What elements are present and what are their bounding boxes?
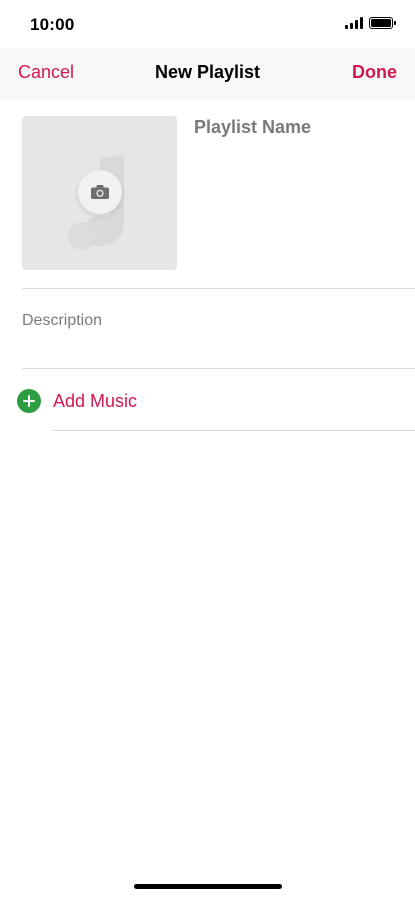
done-button[interactable]: Done (352, 62, 397, 83)
status-time: 10:00 (30, 15, 75, 34)
nav-bar: Cancel New Playlist Done (0, 48, 415, 100)
camera-icon (91, 185, 109, 199)
battery-icon (369, 17, 396, 29)
add-music-label: Add Music (53, 390, 138, 411)
camera-button[interactable] (78, 170, 122, 214)
status-icons (345, 17, 396, 29)
playlist-name-input[interactable]: Playlist Name (194, 117, 311, 138)
status-bar: 10:00 (0, 0, 415, 48)
plus-circle-icon (17, 389, 41, 413)
divider (22, 288, 415, 289)
divider (52, 430, 415, 431)
description-field[interactable]: Description (22, 290, 415, 368)
divider (22, 368, 415, 369)
home-indicator[interactable] (134, 884, 282, 889)
playlist-artwork-button[interactable] (22, 116, 177, 270)
cellular-signal-icon (345, 17, 363, 29)
add-music-button[interactable]: Add Music (17, 386, 397, 416)
description-placeholder: Description (22, 312, 103, 329)
